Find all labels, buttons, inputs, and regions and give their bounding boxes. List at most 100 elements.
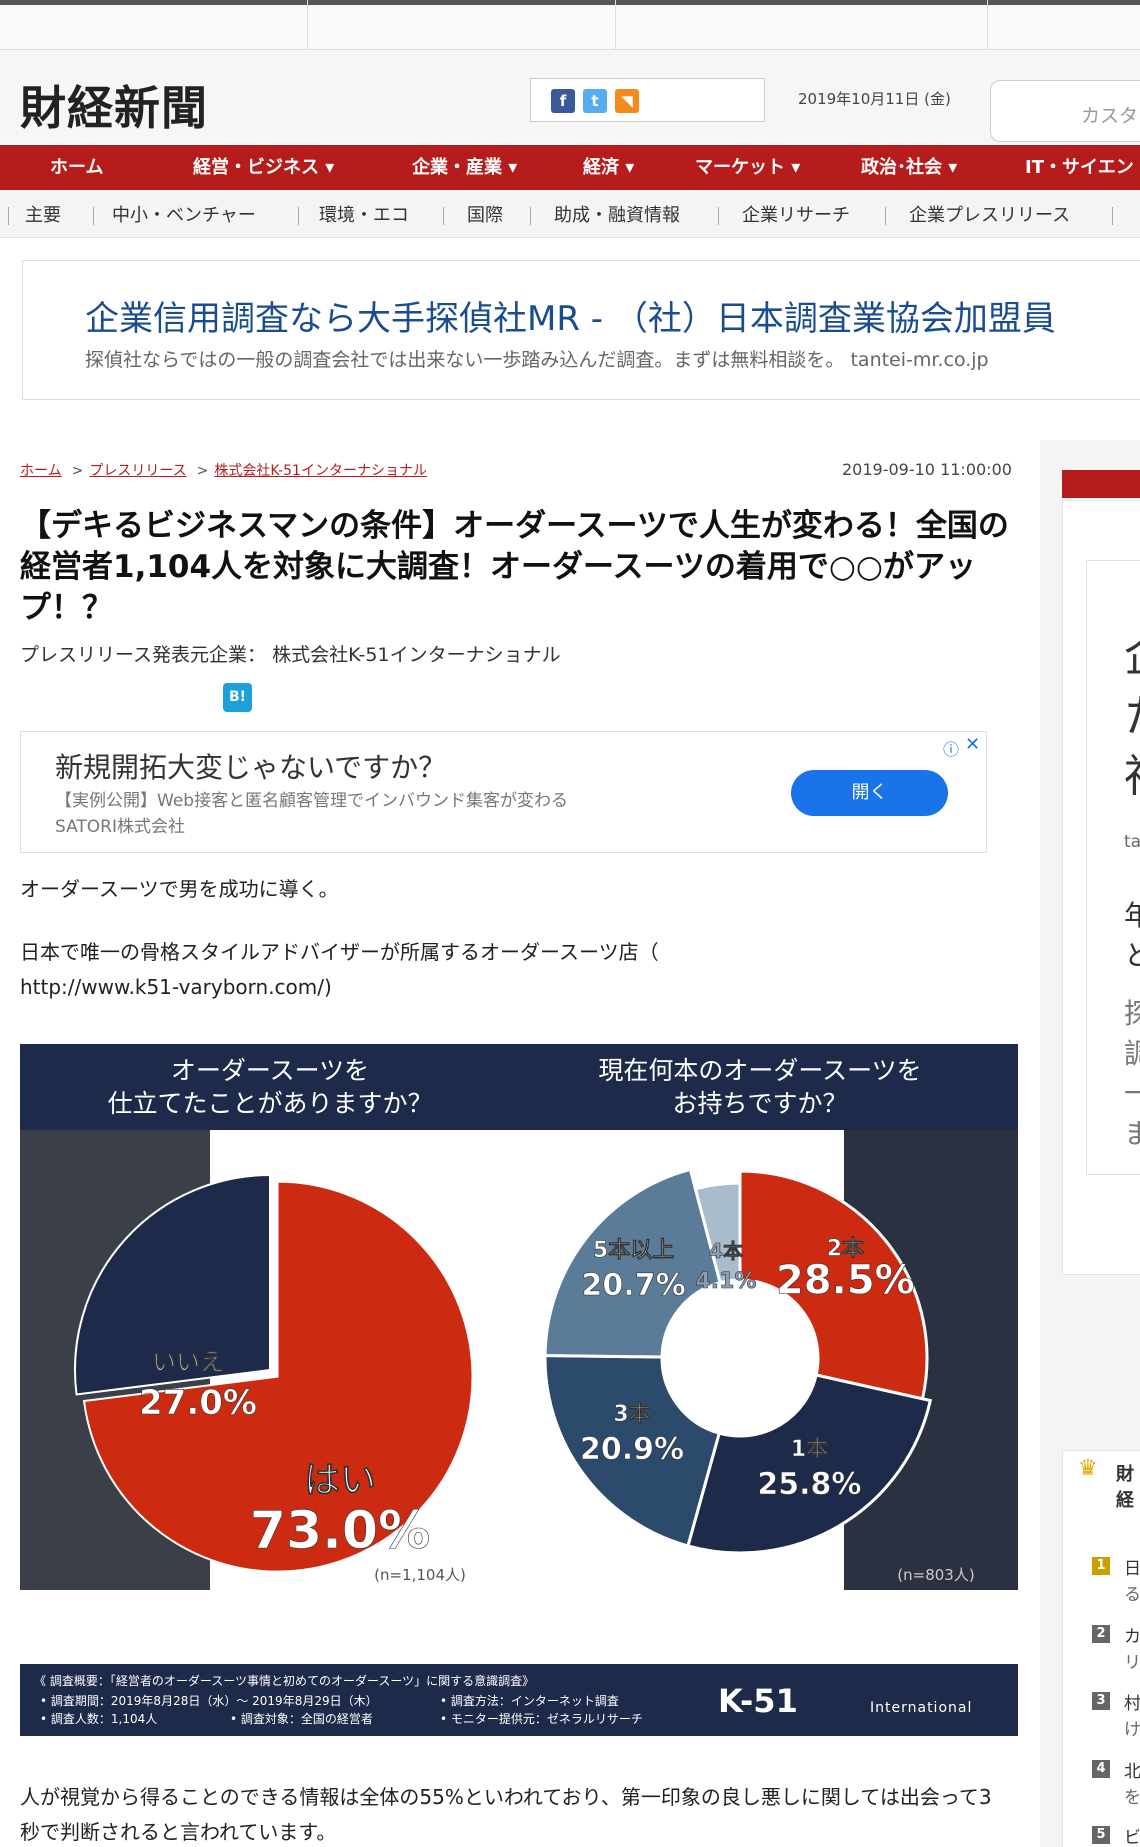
- nav-item-market[interactable]: マーケット ▾: [695, 145, 800, 190]
- top-strip: [0, 0, 1140, 50]
- sidebar-glyph: ま: [1124, 1117, 1140, 1150]
- inline-ad[interactable]: 新規開拓大変じゃないですか？ 【実例公開】Web接客と匿名顧客管理でインバウンド…: [20, 731, 987, 853]
- breadcrumb-separator: >: [196, 463, 209, 479]
- nav-item-economy[interactable]: 経済 ▾: [583, 145, 634, 190]
- infographic-footer: 《 調査概要：「経営者のオーダースーツ事情と初めてのオーダースーツ」に関する意識…: [20, 1664, 1018, 1736]
- rss-icon[interactable]: ◥: [615, 89, 639, 113]
- press-release-company: プレスリリース発表元企業： 株式会社K-51インターナショナル: [20, 644, 561, 666]
- rank-badge: 4: [1092, 1760, 1110, 1778]
- content-area: ホーム > プレスリリース > 株式会社K-51インターナショナル 2019-09-10…: [0, 440, 1140, 1847]
- top-ad-description: 探偵社ならではの一般の調査会社では出来ない一歩踏み込んだ調査。まずは無料相談を。…: [85, 349, 989, 371]
- survey-infographic: オーダースーツを 仕立てたことがありますか？ 現在何本のオーダースーツを お持ち…: [20, 1044, 1018, 1736]
- rank-badge: 1: [1092, 1557, 1110, 1575]
- crown-icon: ♛: [1078, 1456, 1098, 1481]
- browser-tab[interactable]: [308, 0, 616, 50]
- rank-item: を: [1124, 1788, 1140, 1808]
- search-placeholder: カスタ: [1081, 105, 1139, 127]
- slice-value: 25.8%: [757, 1467, 861, 1502]
- breadcrumb-home[interactable]: ホーム: [20, 463, 62, 479]
- breadcrumb-company[interactable]: 株式会社K-51インターナショナル: [214, 463, 427, 479]
- main-nav: ホーム 経営・ビジネス ▾ 企業・産業 ▾ 経済 ▾ マーケット ▾ 政治･社会…: [0, 145, 1140, 190]
- twitter-icon[interactable]: t: [583, 89, 607, 113]
- brand-logo: K-51: [718, 1682, 798, 1720]
- slice-value: 73.0%: [250, 1501, 430, 1561]
- nav-item-politics[interactable]: 政治･社会 ▾: [861, 145, 957, 190]
- sub-nav-separator: [885, 207, 886, 225]
- sidebar-glyph: 一: [1124, 1077, 1140, 1110]
- slice-value: 27.0%: [139, 1383, 257, 1423]
- sub-nav-separator: [93, 207, 94, 225]
- breadcrumb-press[interactable]: プレスリリース: [89, 463, 186, 479]
- slice-value: 4.1%: [695, 1269, 756, 1294]
- sub-nav-separator: [718, 207, 719, 225]
- nav-item-business[interactable]: 経営・ビジネス ▾: [193, 145, 334, 190]
- rank-item[interactable]: ビ: [1124, 1823, 1140, 1847]
- sidebar-glyph: 企: [1124, 620, 1140, 684]
- browser-tab[interactable]: [616, 0, 988, 50]
- sub-nav-separator: [530, 207, 531, 225]
- nav-item-home[interactable]: ホーム: [50, 145, 103, 190]
- slice-value: 20.7%: [582, 1268, 686, 1303]
- hatena-bookmark-button[interactable]: B!: [223, 683, 252, 712]
- rank-badge: 2: [1092, 1625, 1110, 1643]
- current-date: 2019年10月11日 (金): [798, 90, 951, 108]
- sub-nav: 主要 中小・ベンチャー 環境・エコ 国際 助成・融資情報 企業リサーチ 企業プレ…: [0, 190, 1140, 238]
- rank-item[interactable]: 日: [1124, 1554, 1140, 1579]
- article-paragraph: 人が視覚から得ることのできる情報は全体の55%といわれており、第一印象の良し悪し…: [20, 1785, 992, 1844]
- survey-count: • 調査人数：1,104人: [40, 1712, 158, 1726]
- slice-value: 20.9%: [580, 1432, 684, 1467]
- sidebar-glyph: 年: [1124, 899, 1140, 932]
- rank-badge: 3: [1092, 1692, 1110, 1710]
- sidebar-glyph: 社: [1124, 740, 1140, 804]
- nav-item-industry[interactable]: 企業・産業 ▾: [412, 145, 517, 190]
- sub-nav-item[interactable]: 環境・エコ: [319, 190, 409, 238]
- sample-size-note: (n=1,104人): [374, 1566, 466, 1584]
- sample-size-note: (n=803人): [897, 1566, 974, 1584]
- brand-subtitle: International: [870, 1700, 973, 1716]
- inline-ad-title[interactable]: 新規開拓大変じゃないですか？: [55, 746, 446, 786]
- slice-value: 28.5%: [776, 1258, 915, 1304]
- sub-nav-item[interactable]: 企業プレスリリース: [909, 190, 1070, 238]
- infographic-header: オーダースーツを 仕立てたことがありますか？ 現在何本のオーダースーツを お持ち…: [20, 1044, 1018, 1130]
- sub-nav-item[interactable]: 中小・ベンチャー: [112, 190, 256, 238]
- sidebar-glyph: 調: [1124, 1037, 1140, 1070]
- post-time: 2019-09-10 11:00:00: [842, 460, 1012, 479]
- ad-close-icon[interactable]: ✕: [965, 734, 980, 755]
- sidebar-glyph: た: [1124, 680, 1140, 744]
- ad-info-icon[interactable]: ⓘ: [943, 736, 959, 760]
- sub-nav-separator: [8, 207, 9, 225]
- sub-nav-item[interactable]: 国際: [467, 190, 503, 238]
- top-ad-title[interactable]: 企業信用調査なら大手探偵社MR - （社）日本調査業協会加盟員: [85, 291, 1056, 340]
- facebook-icon[interactable]: f: [551, 89, 575, 113]
- rank-item: リ: [1124, 1653, 1140, 1673]
- survey-method: • 調査方法：インターネット調査: [440, 1694, 619, 1708]
- rank-badge: 5: [1092, 1826, 1110, 1844]
- rank-item: る: [1124, 1585, 1140, 1605]
- sub-nav-item[interactable]: 主要: [25, 190, 61, 238]
- sub-nav-item[interactable]: 企業リサーチ: [742, 190, 850, 238]
- ad-open-button[interactable]: 開く: [791, 770, 948, 816]
- rank-item[interactable]: 北: [1124, 1757, 1140, 1782]
- ranking-title: 財経: [1116, 1464, 1134, 1511]
- browser-tab[interactable]: [0, 0, 308, 50]
- rank-item[interactable]: 村: [1124, 1689, 1140, 1714]
- rank-item: け: [1124, 1720, 1140, 1740]
- article-title: 【デキるビジネスマンの条件】オーダースーツで人生が変わる！全国の経営者1,104…: [20, 508, 1009, 626]
- slice-label: 1本: [791, 1437, 828, 1462]
- sidebar-glyph: と: [1124, 939, 1140, 972]
- survey-monitor: • モニター提供元：ゼネラルリサーチ: [440, 1712, 643, 1726]
- rank-item[interactable]: カ: [1124, 1622, 1140, 1647]
- site-logo[interactable]: 財経新聞: [20, 72, 208, 138]
- search-input[interactable]: カスタ: [990, 80, 1140, 142]
- donut-slice: [543, 1167, 722, 1359]
- survey-overview: 《 調査概要：「経営者のオーダースーツ事情と初めてのオーダースーツ」に関する意識…: [34, 1674, 535, 1688]
- sub-nav-item[interactable]: 助成・融資情報: [554, 190, 680, 238]
- article-paragraph: 日本で唯一の骨格スタイルアドバイザーが所属するオーダースーツ店（ http://…: [20, 940, 659, 999]
- social-links: f t ◥: [530, 78, 765, 122]
- nav-item-it[interactable]: IT・サイエン: [1025, 145, 1134, 190]
- slice-label: はい: [304, 1460, 376, 1501]
- question-2: 現在何本のオーダースーツを お持ちですか？: [598, 1056, 922, 1118]
- top-ad-banner[interactable]: 企業信用調査なら大手探偵社MR - （社）日本調査業協会加盟員 探偵社ならではの…: [22, 260, 1140, 400]
- sub-nav-separator: [298, 207, 299, 225]
- survey-target: • 調査対象：全国の経営者: [230, 1712, 373, 1726]
